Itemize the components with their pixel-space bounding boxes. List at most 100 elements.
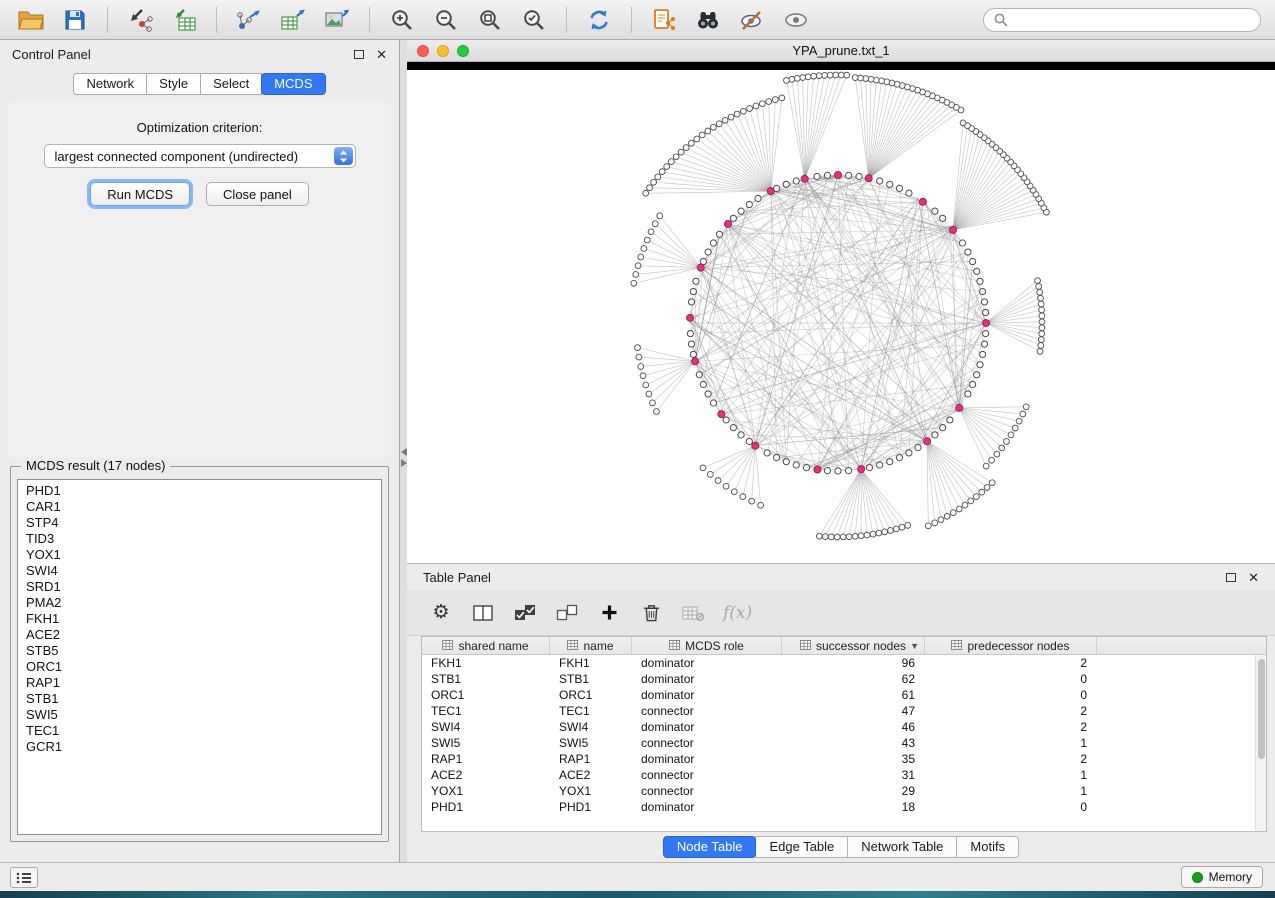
zoom-fit-button[interactable] xyxy=(471,4,509,36)
open-file-button[interactable] xyxy=(12,4,50,36)
table-row[interactable]: ORC1ORC1dominator610 xyxy=(422,687,1255,703)
mcds-result-item[interactable]: ORC1 xyxy=(26,659,373,675)
export-web-page-button[interactable] xyxy=(645,4,683,36)
mcds-result-item[interactable]: YOX1 xyxy=(26,547,373,563)
import-table-button[interactable] xyxy=(165,4,203,36)
export-table-button[interactable] xyxy=(274,4,312,36)
tab-network[interactable]: Network xyxy=(73,73,147,95)
deselect-all-icon xyxy=(556,604,578,622)
column-label: MCDS role xyxy=(685,639,744,653)
splitter-collapse-icons[interactable] xyxy=(400,448,407,467)
zoom-selected-icon xyxy=(522,8,546,32)
criterion-selected-value: largest connected component (undirected) xyxy=(55,149,299,164)
table-row[interactable]: ACE2ACE2connector311 xyxy=(422,767,1255,783)
mcds-result-item[interactable]: PMA2 xyxy=(26,595,373,611)
cell-name: ACE2 xyxy=(550,768,632,782)
zoom-selected-button[interactable] xyxy=(515,4,553,36)
search-box[interactable] xyxy=(983,8,1261,32)
tab-style[interactable]: Style xyxy=(146,73,201,95)
criterion-dropdown[interactable]: largest connected component (undirected) xyxy=(44,144,356,168)
node-table[interactable]: shared namename MCDS role successor nodes▼… xyxy=(421,636,1267,832)
export-network-button[interactable] xyxy=(230,4,268,36)
table-row[interactable]: SWI5SWI5connector431 xyxy=(422,735,1255,751)
show-graphics-details-button[interactable] xyxy=(777,4,815,36)
mcds-result-list[interactable]: PHD1CAR1STP4TID3YOX1SWI4SRD1PMA2FKH1ACE2… xyxy=(17,479,382,835)
mcds-result-item[interactable]: FKH1 xyxy=(26,611,373,627)
tab-select[interactable]: Select xyxy=(200,73,262,95)
search-network-button[interactable] xyxy=(689,4,727,36)
select-all-button[interactable] xyxy=(513,598,537,628)
mcds-result-item[interactable]: SRD1 xyxy=(26,579,373,595)
status-menu-button[interactable] xyxy=(10,867,38,888)
zoom-out-button[interactable] xyxy=(427,4,465,36)
table-row[interactable]: PHD1PHD1dominator180 xyxy=(422,799,1255,815)
float-panel-icon[interactable] xyxy=(354,50,364,59)
mcds-result-item[interactable]: SWI4 xyxy=(26,563,373,579)
apply-layout-button[interactable] xyxy=(580,4,618,36)
table-settings-button[interactable]: ⚙ xyxy=(429,598,453,628)
cell-role: dominator xyxy=(632,672,782,686)
vertical-splitter[interactable] xyxy=(400,40,407,862)
float-table-panel-icon[interactable] xyxy=(1226,573,1236,582)
deselect-all-button[interactable] xyxy=(555,598,579,628)
mcds-result-item[interactable]: GCR1 xyxy=(26,739,373,755)
mcds-result-item[interactable]: STP4 xyxy=(26,515,373,531)
close-table-panel-icon[interactable]: ✕ xyxy=(1248,571,1259,584)
mcds-result-item[interactable]: PHD1 xyxy=(26,483,373,499)
table-row[interactable]: SWI4SWI4dominator462 xyxy=(422,719,1255,735)
cytoscape-app: Control Panel ✕ NetworkStyleSelectMCDS O… xyxy=(0,0,1275,898)
close-panel-icon[interactable]: ✕ xyxy=(376,48,387,61)
save-session-button[interactable] xyxy=(56,4,94,36)
column-header-shared-name[interactable]: shared name xyxy=(422,637,550,654)
column-header-name[interactable]: name xyxy=(550,637,632,654)
show-columns-button[interactable] xyxy=(471,598,495,628)
column-header-predecessors[interactable]: predecessor nodes xyxy=(925,637,1097,654)
mcds-result-item[interactable]: SWI5 xyxy=(26,707,373,723)
export-network-icon xyxy=(236,8,262,32)
window-zoom-button[interactable] xyxy=(457,45,469,57)
table-row[interactable]: FKH1FKH1dominator962 xyxy=(422,655,1255,671)
hide-graphics-details-button[interactable] xyxy=(733,4,771,36)
table-row[interactable]: YOX1YOX1connector291 xyxy=(422,783,1255,799)
network-window-titlebar[interactable]: YPA_prune.txt_1 xyxy=(407,40,1275,62)
tab-mcds[interactable]: MCDS xyxy=(261,73,325,95)
table-row[interactable]: RAP1RAP1dominator352 xyxy=(422,751,1255,767)
import-network-button[interactable] xyxy=(121,4,159,36)
table-scrollbar-thumb[interactable] xyxy=(1258,659,1265,759)
tab-edge-table[interactable]: Edge Table xyxy=(755,836,848,858)
export-image-button[interactable] xyxy=(318,4,356,36)
delete-column-button[interactable] xyxy=(639,598,663,628)
mcds-result-item[interactable]: ACE2 xyxy=(26,627,373,643)
network-canvas-area[interactable] xyxy=(407,70,1275,563)
mcds-result-item[interactable]: CAR1 xyxy=(26,499,373,515)
memory-button[interactable]: Memory xyxy=(1181,866,1263,888)
network-graph[interactable] xyxy=(407,70,1275,563)
close-mcds-panel-button[interactable]: Close panel xyxy=(206,182,309,206)
table-panel-title: Table Panel xyxy=(423,570,491,585)
table-scrollbar[interactable] xyxy=(1255,655,1266,831)
column-header-role[interactable]: MCDS role xyxy=(632,637,782,654)
table-panel: Table Panel ✕ ⚙ xyxy=(407,563,1275,862)
mcds-result-item[interactable]: RAP1 xyxy=(26,675,373,691)
node-table-header: shared namename MCDS role successor nodes▼… xyxy=(422,637,1266,655)
add-column-button[interactable] xyxy=(597,598,621,628)
mcds-result-item[interactable]: TID3 xyxy=(26,531,373,547)
cell-predecessors: 2 xyxy=(925,752,1097,766)
run-mcds-button[interactable]: Run MCDS xyxy=(90,182,190,206)
mcds-result-item[interactable]: STB1 xyxy=(26,691,373,707)
column-header-successors[interactable]: successor nodes▼ xyxy=(782,637,925,654)
export-image-icon xyxy=(324,8,350,31)
zoom-in-button[interactable] xyxy=(383,4,421,36)
window-close-button[interactable] xyxy=(417,45,429,57)
window-minimize-button[interactable] xyxy=(437,45,449,57)
mcds-result-item[interactable]: TEC1 xyxy=(26,723,373,739)
cell-successors: 61 xyxy=(782,688,925,702)
cell-shared-name: STB1 xyxy=(422,672,550,686)
tab-network-table[interactable]: Network Table xyxy=(847,836,957,858)
search-input[interactable] xyxy=(1014,13,1250,28)
mcds-result-item[interactable]: STB5 xyxy=(26,643,373,659)
table-row[interactable]: TEC1TEC1connector472 xyxy=(422,703,1255,719)
tab-motifs[interactable]: Motifs xyxy=(956,836,1019,858)
tab-node-table[interactable]: Node Table xyxy=(663,836,757,858)
table-row[interactable]: STB1STB1dominator620 xyxy=(422,671,1255,687)
